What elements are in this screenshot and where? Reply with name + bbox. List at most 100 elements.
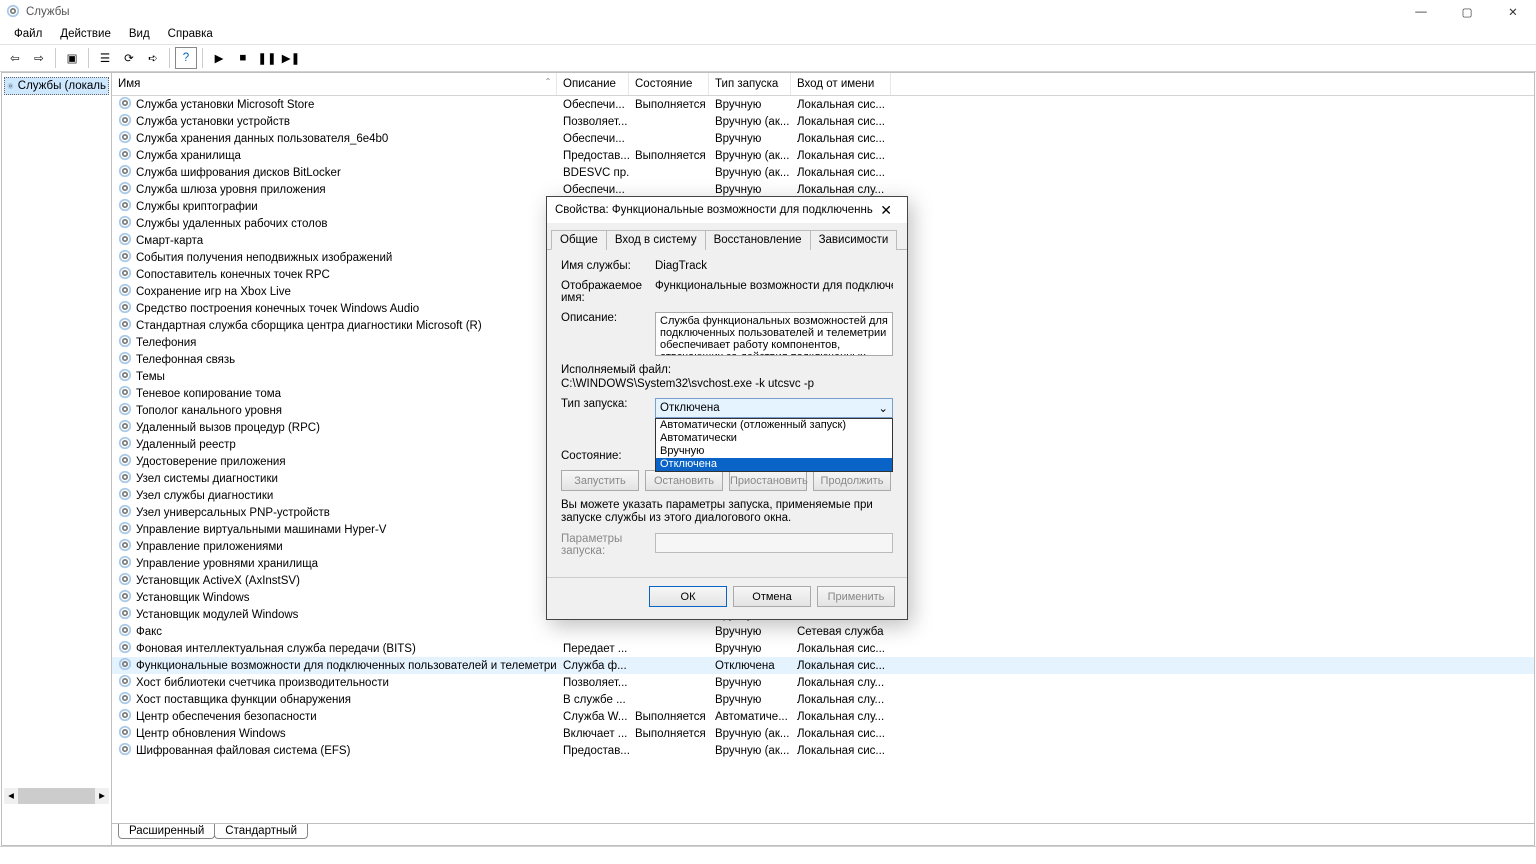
tab-standard[interactable]: Стандартный	[214, 824, 308, 839]
service-row[interactable]: Служба установки Microsoft StoreОбеспечи…	[112, 96, 1534, 113]
tree-node-label: Службы (локаль	[18, 80, 106, 92]
minimize-button[interactable]: —	[1398, 0, 1444, 24]
properties-button[interactable]: ☰	[94, 47, 116, 69]
lbl-start-params: Параметры запуска:	[561, 533, 655, 557]
play-icon[interactable]: ▶	[208, 47, 230, 69]
val-display-name: Функциональные возможности для подключен…	[655, 280, 893, 304]
dialog-title: Свойства: Функциональные возможности для…	[555, 204, 873, 216]
gear-icon	[118, 181, 132, 198]
lbl-executable: Исполняемый файл:	[561, 364, 893, 376]
gear-icon	[118, 555, 132, 572]
gear-icon	[118, 402, 132, 419]
gear-icon	[118, 351, 132, 368]
back-button[interactable]: ⇦	[4, 47, 26, 69]
maximize-button[interactable]: ▢	[1444, 0, 1490, 24]
startup-type-combo[interactable]: Отключена⌄ Автоматически (отложенный зап…	[655, 398, 893, 418]
lbl-start-type: Тип запуска:	[561, 398, 655, 418]
lbl-service-name: Имя службы:	[561, 260, 655, 272]
view-tabs: Расширенный Стандартный	[112, 823, 1534, 845]
dialog-close-icon[interactable]: ✕	[873, 202, 899, 219]
gear-icon	[118, 419, 132, 436]
forward-button[interactable]: ⇨	[28, 47, 50, 69]
tab-general[interactable]: Общие	[551, 230, 607, 250]
gear-icon	[118, 96, 132, 113]
gear-icon	[7, 79, 14, 93]
ok-button[interactable]: ОК	[649, 586, 727, 607]
tab-extended[interactable]: Расширенный	[118, 824, 215, 839]
val-service-name: DiagTrack	[655, 260, 893, 272]
statusbar	[0, 846, 1536, 864]
service-row[interactable]: Центр обновления WindowsВключает ...Выпо…	[112, 725, 1534, 742]
startup-params-hint: Вы можете указать параметры запуска, при…	[561, 499, 893, 525]
restart-icon[interactable]: ▶❚	[280, 47, 302, 69]
tab-recovery[interactable]: Восстановление	[705, 230, 811, 250]
refresh-button[interactable]: ⟳	[118, 47, 140, 69]
gear-icon	[118, 436, 132, 453]
gear-icon	[118, 487, 132, 504]
gear-icon	[118, 657, 132, 674]
service-row[interactable]: Служба шифрования дисков BitLockerBDESVC…	[112, 164, 1534, 181]
service-row[interactable]: Фоновая интеллектуальная служба передачи…	[112, 640, 1534, 657]
startup-type-dropdown[interactable]: Автоматически (отложенный запуск) Автома…	[655, 418, 893, 472]
start-params-input[interactable]	[655, 533, 893, 553]
chevron-down-icon: ⌄	[878, 401, 888, 415]
col-name[interactable]: Имяˆ	[112, 73, 557, 95]
pause-service-button[interactable]: Приостановить	[729, 470, 807, 491]
gear-icon	[118, 198, 132, 215]
gear-icon	[118, 589, 132, 606]
col-desc[interactable]: Описание	[557, 73, 629, 95]
gear-icon	[118, 130, 132, 147]
service-row[interactable]: ФаксВручнуюСетевая служба	[112, 623, 1534, 640]
menu-help[interactable]: Справка	[160, 26, 221, 42]
service-row[interactable]: Шифрованная файловая система (EFS)Предос…	[112, 742, 1534, 759]
menu-file[interactable]: Файл	[6, 26, 50, 42]
service-row[interactable]: Функциональные возможности для подключен…	[112, 657, 1534, 674]
tree-node-services[interactable]: Службы (локаль	[4, 77, 109, 95]
tab-dependencies[interactable]: Зависимости	[810, 230, 898, 250]
gear-icon	[118, 538, 132, 555]
stop-icon[interactable]: ■	[232, 47, 254, 69]
gear-icon	[118, 640, 132, 657]
col-state[interactable]: Состояние	[629, 73, 709, 95]
column-headers: Имяˆ Описание Состояние Тип запуска Вход…	[112, 73, 1534, 96]
help-button[interactable]: ?	[175, 47, 197, 69]
close-button[interactable]: ✕	[1490, 0, 1536, 24]
opt-disabled[interactable]: Отключена	[656, 458, 892, 471]
pause-icon[interactable]: ❚❚	[256, 47, 278, 69]
tree-hscroll[interactable]: ◂▸	[4, 788, 109, 804]
stop-service-button[interactable]: Остановить	[645, 470, 723, 491]
service-row[interactable]: Служба установки устройствПозволяет...Вр…	[112, 113, 1534, 130]
gear-icon	[118, 572, 132, 589]
col-logon[interactable]: Вход от имени	[791, 73, 891, 95]
service-row[interactable]: Служба хранилищаПредостав...ВыполняетсяВ…	[112, 147, 1534, 164]
cancel-button[interactable]: Отмена	[733, 586, 811, 607]
gear-icon	[118, 742, 132, 759]
gear-icon	[118, 283, 132, 300]
resume-service-button[interactable]: Продолжить	[813, 470, 891, 491]
opt-manual[interactable]: Вручную	[656, 445, 892, 458]
gear-icon	[118, 317, 132, 334]
gear-icon	[118, 725, 132, 742]
service-row[interactable]: Хост библиотеки счетчика производительно…	[112, 674, 1534, 691]
lbl-description: Описание:	[561, 312, 655, 356]
menu-action[interactable]: Действие	[52, 26, 119, 42]
apply-button[interactable]: Применить	[817, 586, 895, 607]
menu-view[interactable]: Вид	[121, 26, 158, 42]
gear-icon	[118, 708, 132, 725]
service-row[interactable]: Центр обеспечения безопасностиСлужба W..…	[112, 708, 1534, 725]
window-title: Службы	[26, 6, 70, 18]
gear-icon	[118, 521, 132, 538]
gear-icon	[118, 266, 132, 283]
gear-icon	[118, 232, 132, 249]
val-description[interactable]: Служба функциональных возможностей для п…	[655, 312, 893, 356]
service-row[interactable]: Хост поставщика функции обнаруженияВ слу…	[112, 691, 1534, 708]
col-start[interactable]: Тип запуска	[709, 73, 791, 95]
show-hide-tree-button[interactable]: ▣	[61, 47, 83, 69]
tab-logon[interactable]: Вход в систему	[606, 230, 706, 250]
service-row[interactable]: Служба хранения данных пользователя_6e4b…	[112, 130, 1534, 147]
gear-icon	[118, 470, 132, 487]
start-service-button[interactable]: Запустить	[561, 470, 639, 491]
export-button[interactable]: ➪	[142, 47, 164, 69]
opt-auto-delayed[interactable]: Автоматически (отложенный запуск)	[656, 419, 892, 432]
opt-auto[interactable]: Автоматически	[656, 432, 892, 445]
